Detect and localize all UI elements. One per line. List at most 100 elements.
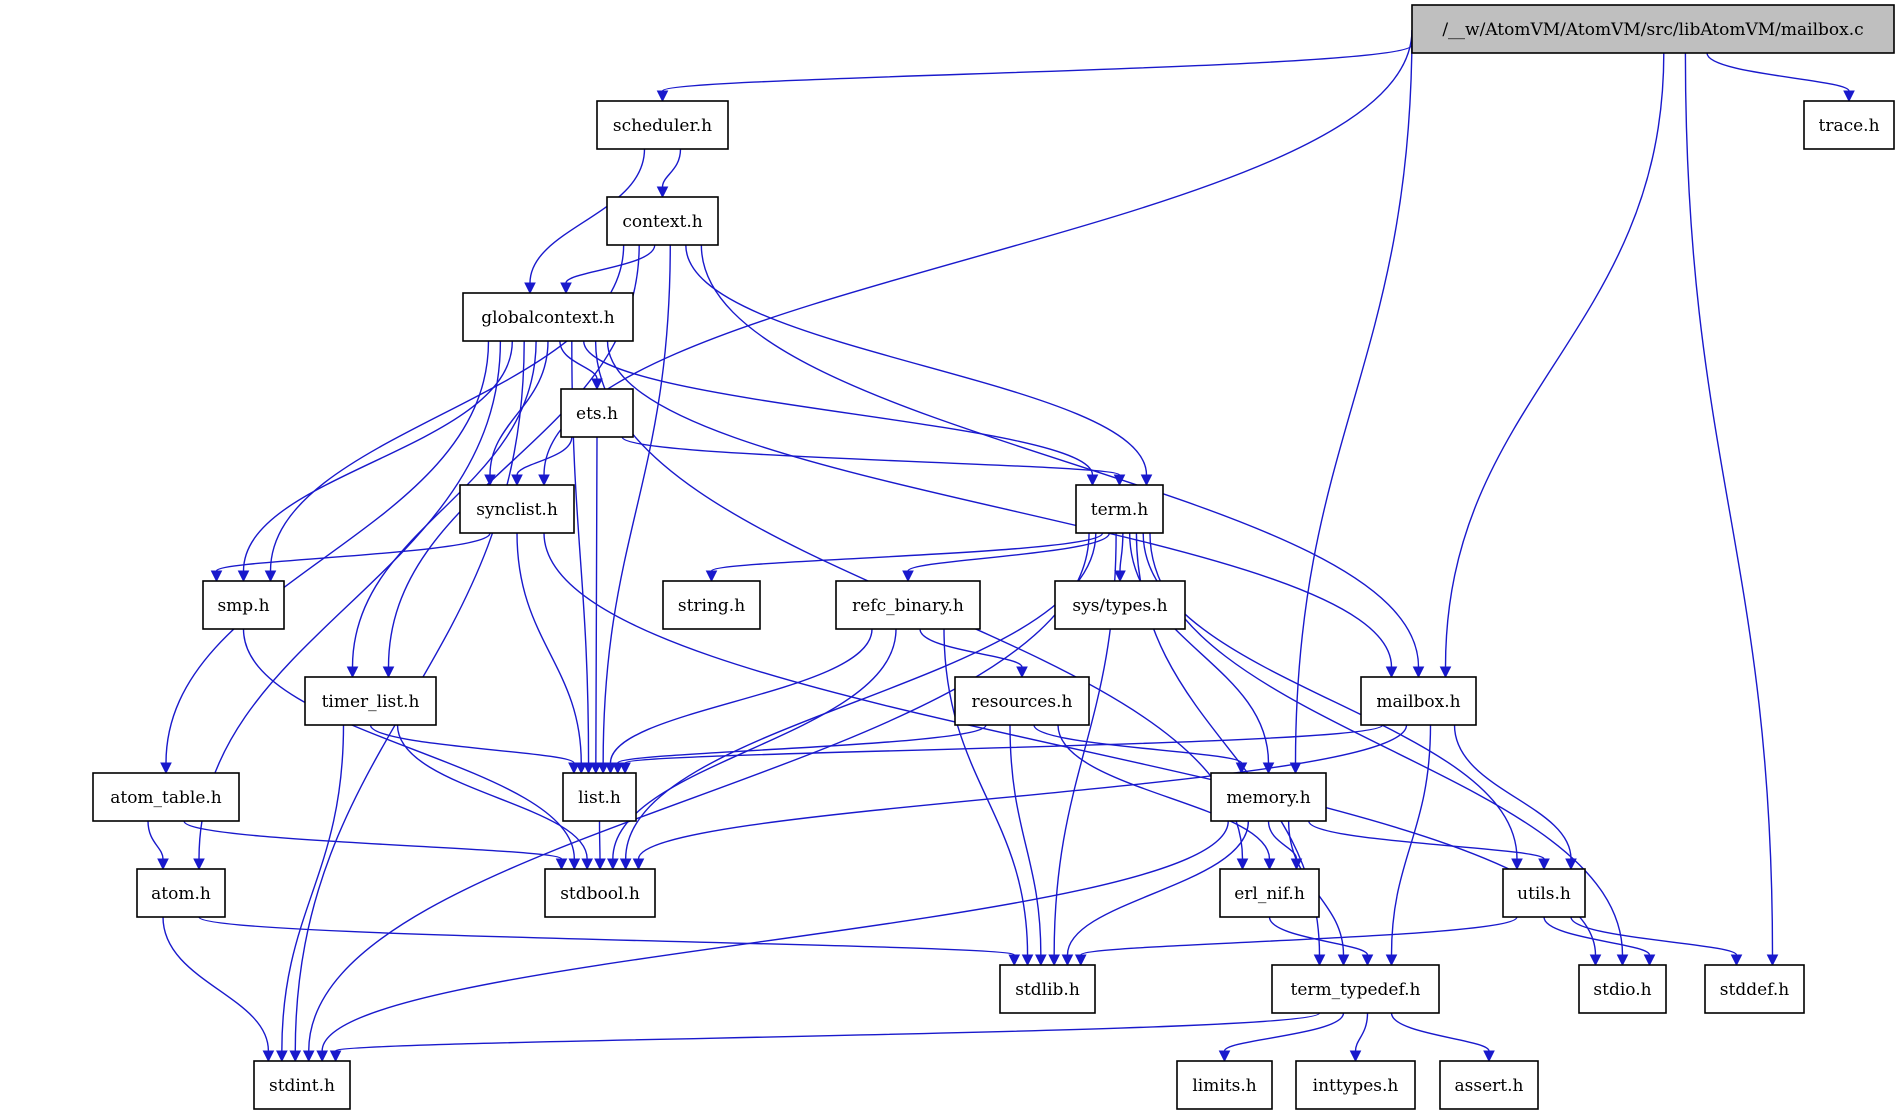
edge-globalcontext-to-smp	[242, 340, 513, 572]
arrowhead-timer_list-to-stdint	[276, 1050, 288, 1063]
node-stdio[interactable]: stdio.h	[1578, 964, 1667, 1014]
node-stdint[interactable]: stdint.h	[253, 1060, 351, 1110]
node-label: stdbool.h	[560, 884, 640, 904]
arrowhead-timer_list-to-stdbool	[581, 858, 593, 871]
arrowhead-mailbox-to-utils	[1565, 858, 1577, 871]
node-label: erl_nif.h	[1234, 884, 1305, 904]
arrowhead-mailbox-to-term_typedef	[1385, 954, 1398, 967]
arrowhead-globalcontext-to-synclist	[484, 474, 496, 487]
node-mailbox[interactable]: mailbox.h	[1360, 676, 1477, 726]
arrowhead-term-to-stdint	[302, 1050, 315, 1063]
arrowhead-memory-to-term_typedef	[1337, 954, 1350, 967]
node-label: atom.h	[151, 884, 211, 904]
arrowhead-mailbox-to-stdbool	[632, 858, 645, 871]
node-label: trace.h	[1818, 116, 1879, 136]
node-list[interactable]: list.h	[562, 772, 637, 822]
arrowhead-globalcontext-to-mailbox	[1385, 666, 1398, 679]
arrowhead-globalcontext-to-stdint	[289, 1050, 302, 1063]
arrowhead-term_typedef-to-limits	[1218, 1050, 1231, 1063]
node-smp[interactable]: smp.h	[202, 580, 285, 630]
edge-root-to-mailbox	[1444, 52, 1665, 668]
node-timer_list[interactable]: timer_list.h	[304, 676, 437, 726]
node-stddef[interactable]: stddef.h	[1704, 964, 1805, 1014]
node-label: term.h	[1091, 500, 1149, 520]
root-file-node[interactable]: /__w/AtomVM/AtomVM/src/libAtomVM/mailbox…	[1411, 4, 1895, 54]
arrowhead-root-to-trace	[1843, 90, 1855, 103]
node-atom[interactable]: atom.h	[136, 868, 226, 918]
edge-timer_list-to-stdint	[281, 724, 345, 1052]
edges-layer	[147, 29, 1855, 1063]
node-resources[interactable]: resources.h	[954, 676, 1090, 726]
edge-scheduler-to-context	[661, 148, 682, 188]
node-globalcontext[interactable]: globalcontext.h	[462, 292, 634, 342]
arrowhead-smp-to-stdbool	[568, 858, 581, 871]
edge-term-to-systypes	[1119, 532, 1124, 572]
arrowhead-utils-to-stddef	[1730, 954, 1743, 967]
arrowhead-globalcontext-to-term	[1086, 474, 1099, 487]
node-context[interactable]: context.h	[606, 196, 719, 246]
node-scheduler[interactable]: scheduler.h	[596, 100, 729, 150]
arrowhead-list-to-stdbool	[594, 858, 606, 871]
edge-term_typedef-to-stdint	[334, 1012, 1321, 1052]
node-utils[interactable]: utils.h	[1502, 868, 1586, 918]
edge-root-to-scheduler	[661, 44, 1413, 92]
node-label: atom_table.h	[110, 788, 222, 808]
node-string[interactable]: string.h	[662, 580, 761, 630]
edge-list-to-stdbool	[598, 820, 601, 860]
node-label: scheduler.h	[613, 116, 712, 136]
node-label: stdint.h	[269, 1076, 335, 1096]
edge-utils-to-stdio	[1543, 916, 1651, 956]
edge-ets-to-term	[621, 436, 1121, 476]
arrowhead-globalcontext-to-ets	[591, 378, 603, 391]
node-refc_binary[interactable]: refc_binary.h	[835, 580, 981, 630]
arrowhead-mailbox-to-list	[619, 762, 631, 775]
node-label: resources.h	[972, 692, 1073, 712]
node-label: smp.h	[217, 596, 269, 616]
edge-root-to-stddef	[1684, 52, 1774, 956]
arrowhead-term-to-term_typedef	[1313, 954, 1326, 967]
node-stdlib[interactable]: stdlib.h	[999, 964, 1096, 1014]
arrowhead-context-to-timer_list	[382, 666, 395, 679]
node-atom_table[interactable]: atom_table.h	[92, 772, 240, 822]
arrowhead-term_typedef-to-stdint	[329, 1050, 342, 1063]
node-term[interactable]: term.h	[1075, 484, 1164, 534]
arrowhead-term_typedef-to-inttypes	[1349, 1050, 1362, 1063]
arrowhead-synclist-to-smp	[210, 570, 223, 583]
node-systypes[interactable]: sys/types.h	[1054, 580, 1186, 630]
edge-refc_binary-to-resources	[919, 628, 1023, 668]
arrowhead-resources-to-erl_nif	[1263, 858, 1276, 871]
node-stdbool[interactable]: stdbool.h	[544, 868, 656, 918]
node-inttypes[interactable]: inttypes.h	[1295, 1060, 1416, 1110]
arrowhead-atom-to-stdint	[262, 1050, 275, 1063]
node-label: string.h	[678, 596, 745, 616]
arrowhead-erl_nif-to-term_typedef	[1361, 954, 1374, 967]
node-label: ets.h	[576, 404, 618, 424]
node-trace[interactable]: trace.h	[1803, 100, 1895, 150]
edge-mailbox-to-utils	[1453, 724, 1572, 860]
arrowhead-refc_binary-to-stdbool	[607, 858, 619, 871]
node-erl_nif[interactable]: erl_nif.h	[1219, 868, 1320, 918]
arrowhead-globalcontext-to-smp	[237, 570, 250, 583]
node-label: limits.h	[1192, 1076, 1256, 1096]
edge-root-to-memory	[1294, 29, 1413, 764]
edge-context-to-globalcontext	[565, 244, 656, 284]
arrowhead-ets-to-synclist	[511, 474, 523, 487]
node-ets[interactable]: ets.h	[560, 388, 634, 438]
node-memory[interactable]: memory.h	[1210, 772, 1327, 822]
edge-atom_table-to-stdbool	[183, 820, 563, 860]
arrowhead-term-to-stdio	[1616, 954, 1629, 967]
node-assert[interactable]: assert.h	[1439, 1060, 1539, 1110]
arrowhead-context-to-globalcontext	[560, 282, 572, 295]
arrowhead-context-to-mailbox	[1412, 666, 1425, 679]
edge-smp-to-stdbool	[242, 628, 576, 860]
arrowhead-utils-to-stdlib	[1074, 954, 1087, 967]
edge-term_typedef-to-inttypes	[1354, 1012, 1369, 1052]
arrowhead-context-to-term	[1140, 474, 1153, 487]
node-label: context.h	[622, 212, 702, 232]
node-term_typedef[interactable]: term_typedef.h	[1271, 964, 1440, 1014]
node-limits[interactable]: limits.h	[1176, 1060, 1273, 1110]
arrowhead-resources-to-stdlib	[1035, 954, 1047, 967]
edge-context-to-term	[685, 244, 1148, 476]
edge-term_typedef-to-limits	[1223, 1012, 1345, 1052]
node-synclist[interactable]: synclist.h	[459, 484, 575, 534]
